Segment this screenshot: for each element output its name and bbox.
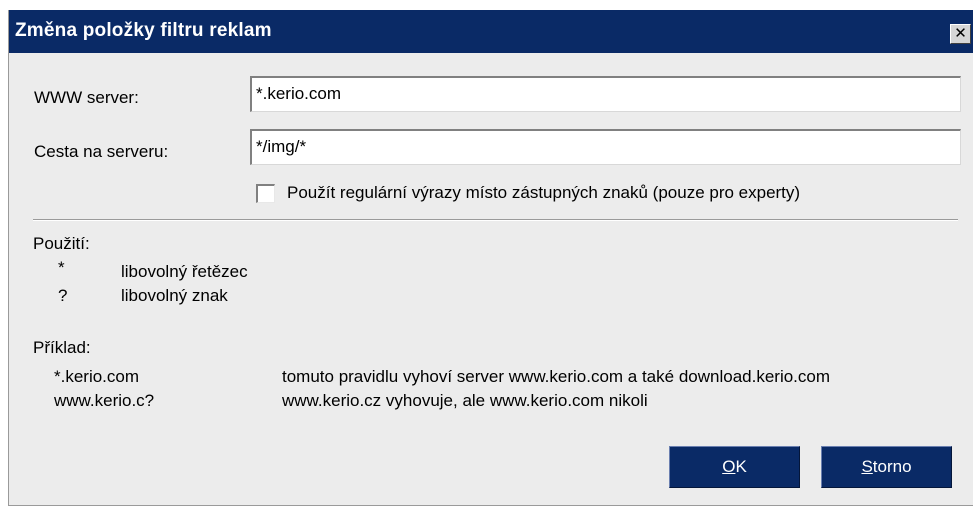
ok-button[interactable]: OK [669,446,800,488]
example-pattern: *.kerio.com [54,367,140,386]
cancel-accel: S [861,457,873,476]
example-desc: www.kerio.cz vyhovuje, ale www.kerio.com… [282,391,648,410]
regex-checkbox[interactable] [256,184,275,203]
ok-label-rest: K [735,457,747,476]
usage-symbol: * [58,258,65,277]
path-input[interactable]: */img/* [250,129,961,165]
example-heading: Příklad: [33,338,91,357]
example-pattern: www.kerio.c? [54,391,155,410]
dialog-title: Změna položky filtru reklam [15,20,272,41]
example-desc: tomuto pravidlu vyhoví server www.kerio.… [282,367,831,386]
server-label: WWW server: [34,88,139,107]
path-label: Cesta na serveru: [34,142,169,161]
title-bar[interactable]: Změna položky filtru reklam ✕ [9,10,973,53]
usage-symbol: ? [58,286,68,305]
usage-desc: libovolný znak [121,286,228,305]
cancel-button[interactable]: Storno [821,446,952,488]
ok-accel: O [722,457,736,476]
regex-checkbox-label[interactable]: Použít regulární výrazy místo zástupných… [287,183,800,203]
cancel-label-rest: torno [872,457,912,476]
dialog-window: Změna položky filtru reklam ✕ WWW server… [8,10,973,506]
separator [33,219,958,221]
usage-desc: libovolný řetězec [121,262,248,281]
close-icon[interactable]: ✕ [950,24,971,44]
usage-heading: Použití: [33,234,90,253]
server-input[interactable]: *.kerio.com [250,76,961,112]
